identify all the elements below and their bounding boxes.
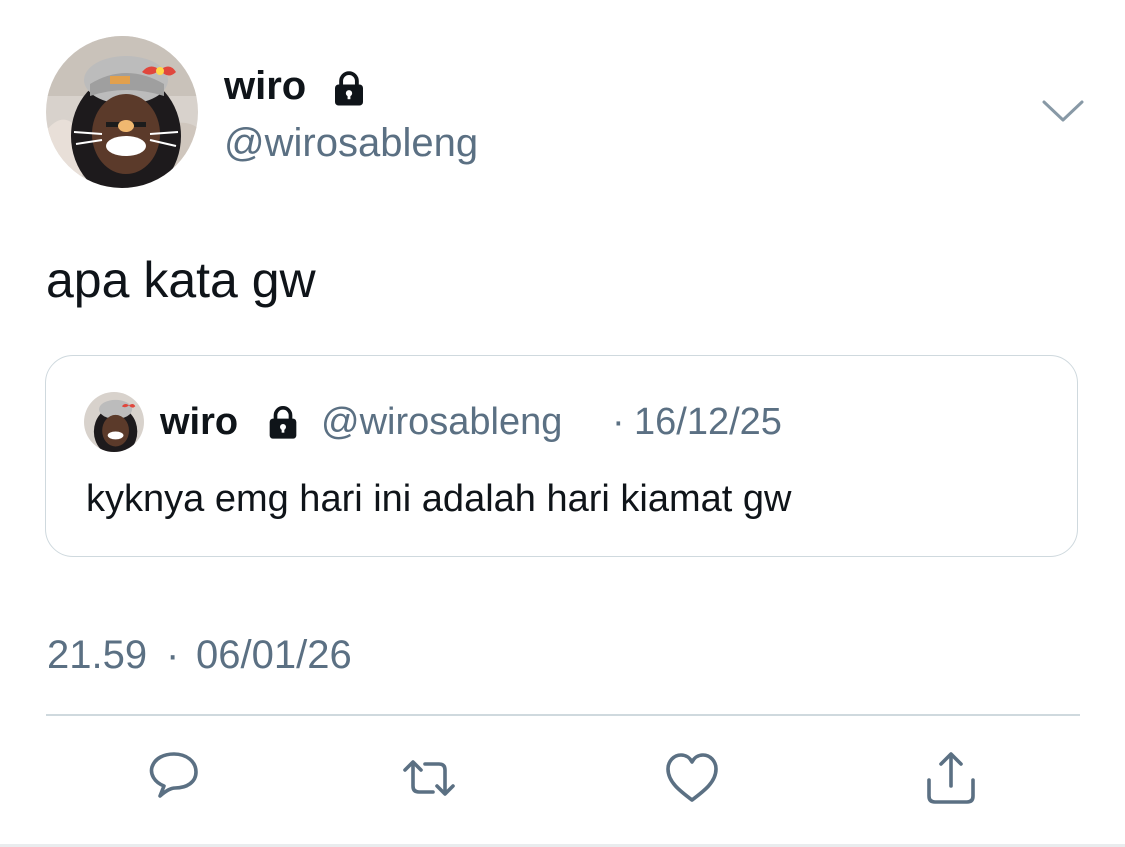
quoted-separator: · <box>612 401 625 443</box>
meta-separator: · <box>166 633 180 677</box>
like-icon <box>666 753 718 802</box>
lock-icon <box>263 402 303 442</box>
reply-icon <box>149 752 198 798</box>
author-handle[interactable]: @wirosableng <box>224 117 478 169</box>
share-button[interactable] <box>919 746 983 810</box>
retweet-button[interactable] <box>397 746 461 810</box>
chevron-down-icon[interactable] <box>1040 96 1086 126</box>
lock-icon <box>328 67 370 109</box>
tweet-time[interactable]: 21.59 <box>47 631 147 679</box>
author-name[interactable]: wiro <box>224 60 306 112</box>
tweet-date[interactable]: 06/01/26 <box>196 631 352 679</box>
like-button[interactable] <box>660 746 724 810</box>
quoted-date: 16/12/25 <box>634 401 782 443</box>
quoted-author-handle: @wirosableng <box>321 401 563 443</box>
quoted-author-avatar[interactable] <box>84 392 144 452</box>
quoted-author-name: wiro <box>160 401 239 443</box>
retweet-icon <box>403 760 455 796</box>
quoted-tweet-text: kyknya emg hari ini adalah hari kiamat g… <box>86 478 792 520</box>
reply-button[interactable] <box>142 746 206 810</box>
quoted-tweet-card[interactable] <box>45 355 1078 557</box>
share-icon <box>927 752 975 804</box>
tweet-text: apa kata gw <box>46 252 316 308</box>
author-avatar[interactable] <box>46 36 198 188</box>
divider <box>46 714 1080 716</box>
